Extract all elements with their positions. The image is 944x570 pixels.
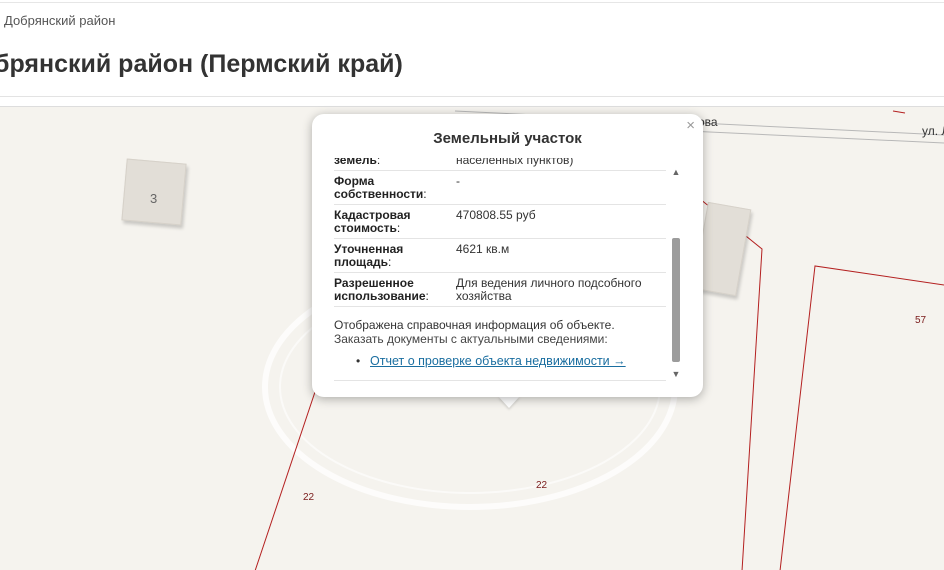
popup-scrollbar[interactable]: ▲ ▼ [670,166,682,380]
table-row: Разрешенное использование: Для ведения л… [334,272,666,307]
row-label: Разрешенное использование [334,276,426,303]
scroll-thumb[interactable] [672,238,680,362]
table-row: Уточненная площадь: 4621 кв.м [334,238,666,273]
row-label: земель [334,158,377,167]
row-value: - [456,170,666,205]
breadcrumb[interactable]: Добрянский район [4,13,115,28]
street-name: ул. Л [922,124,944,138]
table-row: Форма собственности: - [334,170,666,205]
attribute-table: земель: населенных пунктов) Форма собств… [334,158,666,307]
row-value: 4621 кв.м [456,238,666,273]
row-value: Для ведения личного подсобного хозяйства [456,272,666,307]
content-divider [334,380,666,381]
row-value: населенных пунктов) [456,158,666,171]
info-note: Отображена справочная информация об объе… [334,318,666,346]
parcel-border [892,110,906,114]
row-label: Уточненная площадь [334,242,404,269]
row-value: 470808.55 руб [456,204,666,239]
popup-pointer [498,396,520,408]
title-divider [0,96,944,97]
document-list: • Отчет о проверке объекта недвижимости … [356,354,626,368]
table-row: земель: населенных пунктов) [334,158,666,171]
note-line: Отображена справочная информация об объе… [334,318,615,332]
note-line: Заказать документы с актуальными сведени… [334,332,608,346]
popup-content[interactable]: земель: населенных пунктов) Форма собств… [334,158,679,388]
page-title: брянский район (Пермский край) [0,50,403,78]
popup-title: Земельный участок [433,130,582,147]
parcel-number[interactable]: 22 [303,492,314,503]
parcel-number[interactable]: 57 [915,315,926,326]
property-report-link[interactable]: Отчет о проверке объекта недвижимости → [370,354,626,368]
parcel-border [779,265,944,570]
land-plot-popup: × Земельный участок земель: населенных п… [312,114,703,397]
bullet-icon: • [356,354,361,368]
top-divider [0,2,944,3]
table-row: Кадастровая стоимость: 470808.55 руб [334,204,666,239]
scroll-up-icon[interactable]: ▲ [670,166,682,178]
scroll-down-icon[interactable]: ▼ [670,368,682,380]
building-number: 3 [150,191,158,206]
row-label: Форма собственности [334,174,424,201]
parcel-number[interactable]: 22 [536,480,547,491]
